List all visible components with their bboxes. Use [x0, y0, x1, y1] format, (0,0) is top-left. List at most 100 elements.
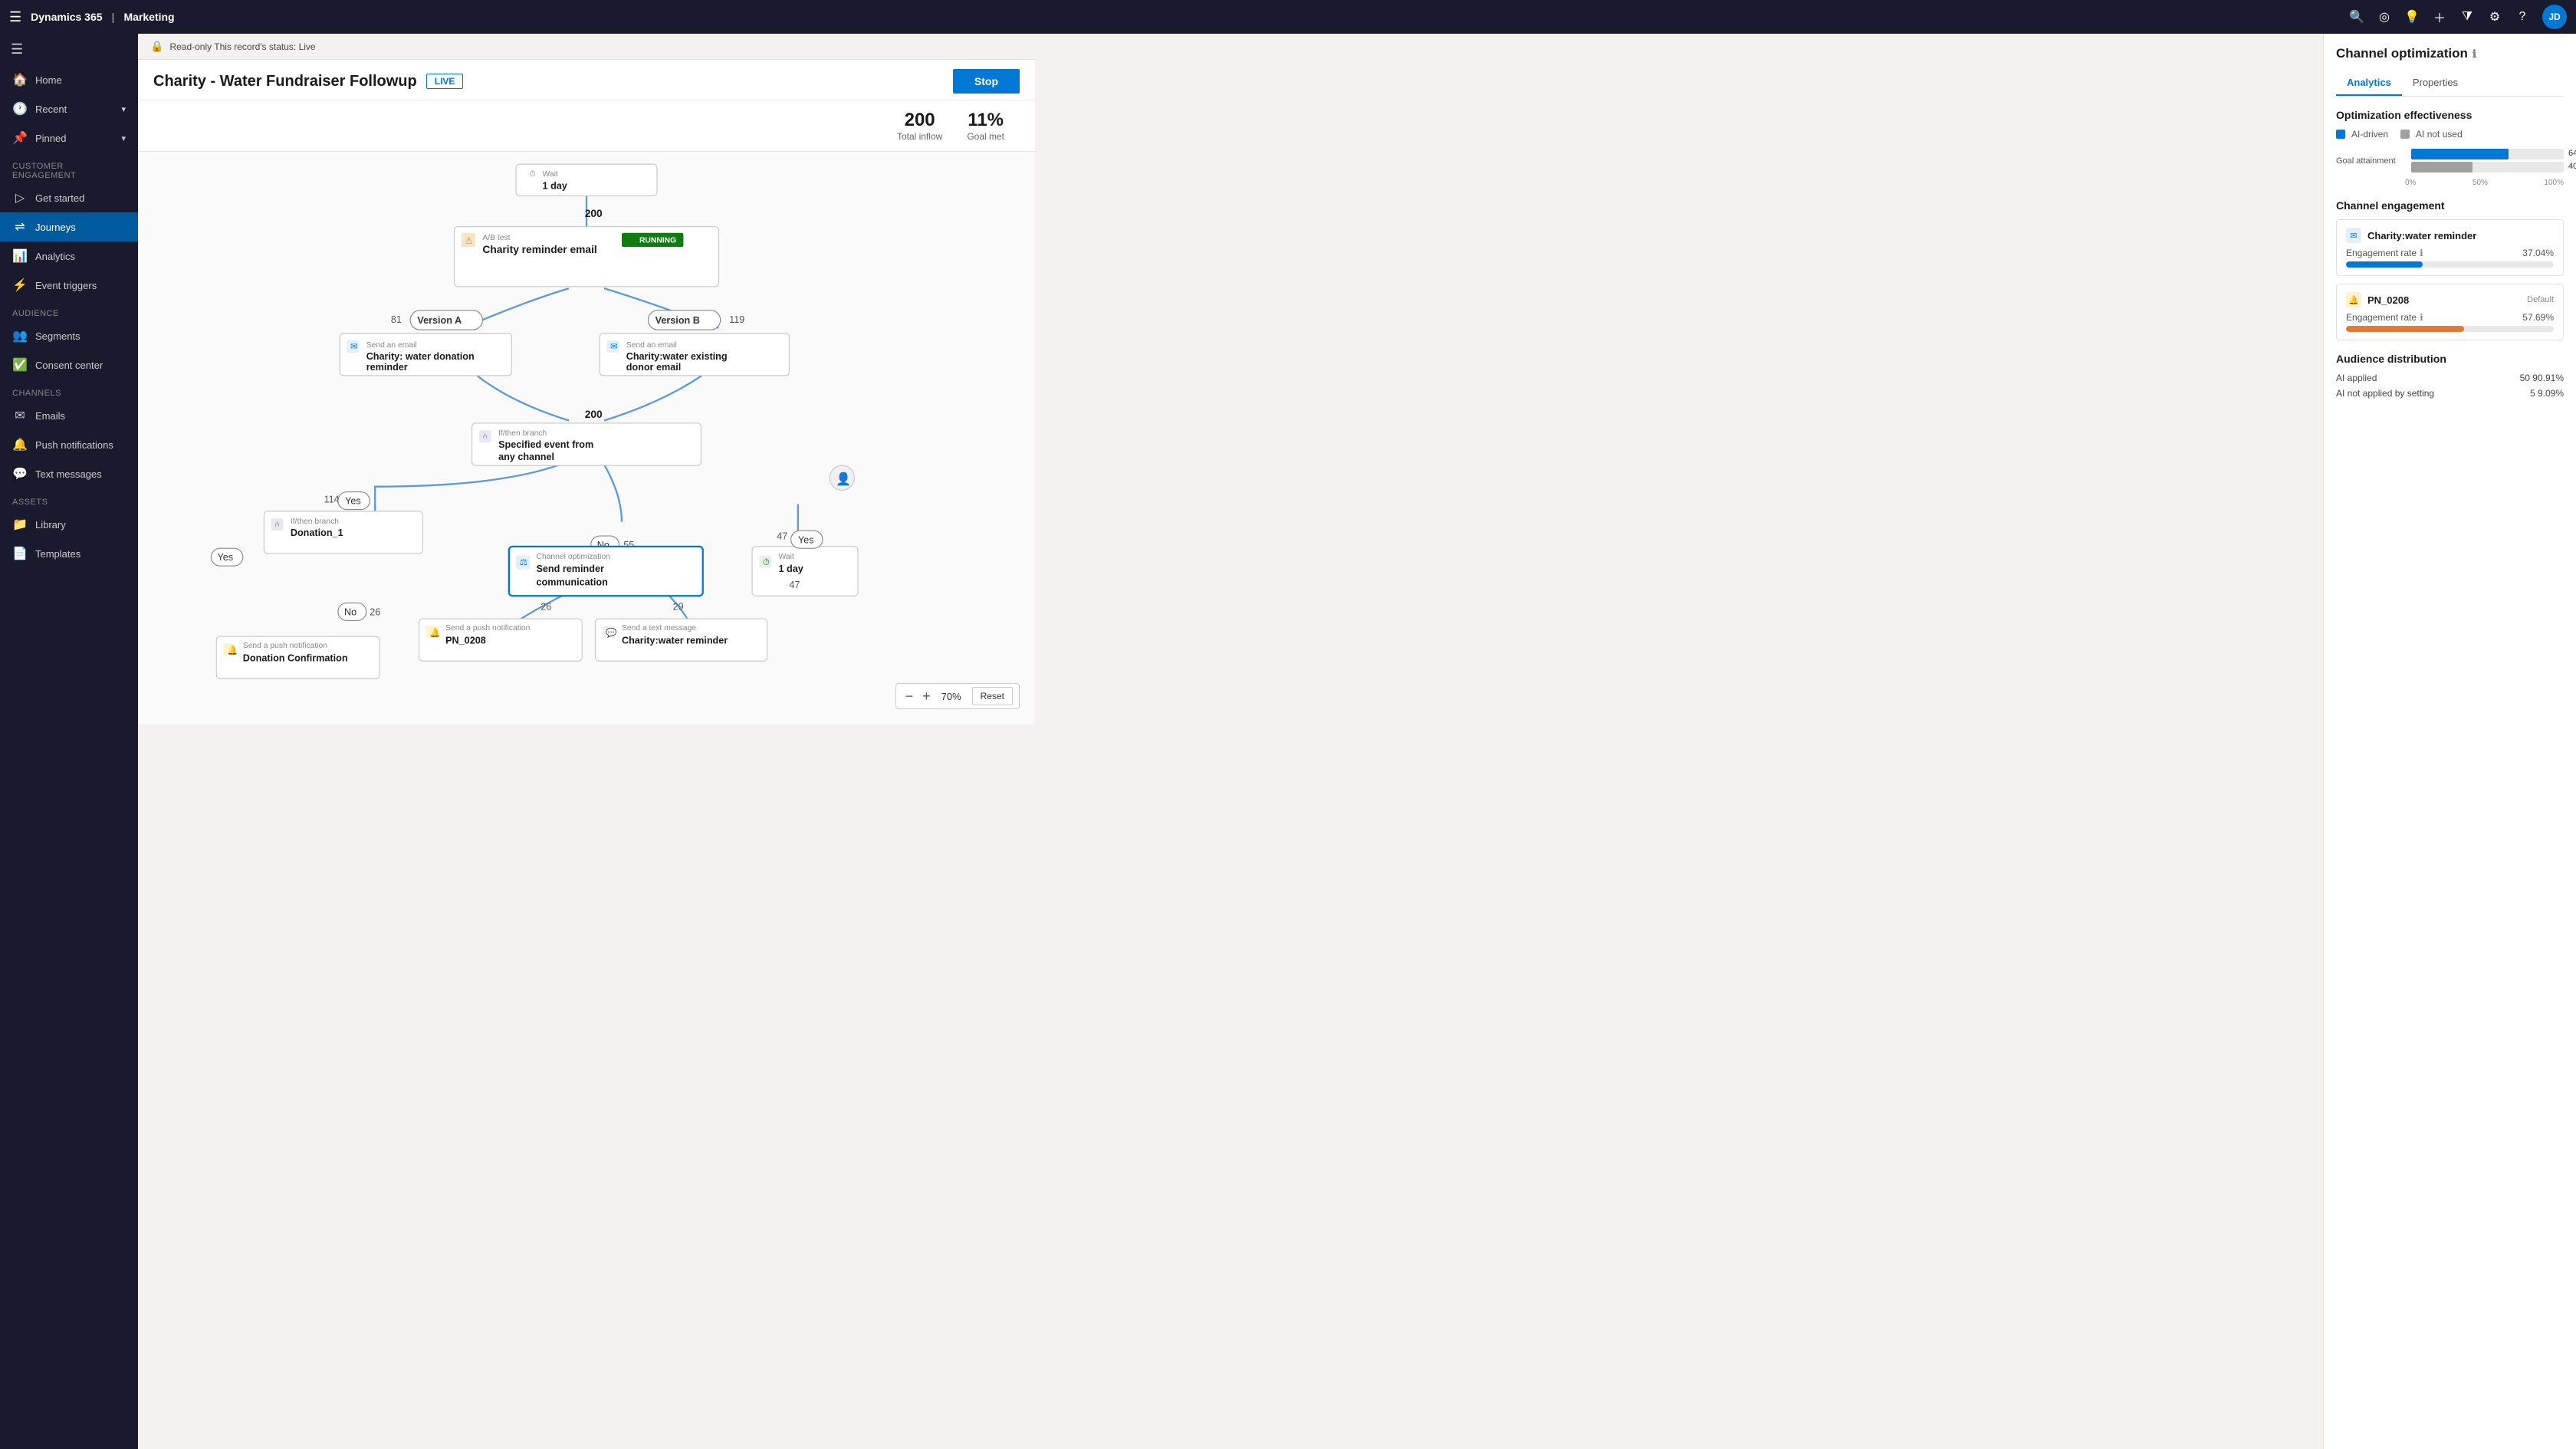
svg-text:26: 26 [540, 602, 551, 613]
svg-text:🔔: 🔔 [227, 645, 238, 656]
journey-title: Charity - Water Fundraiser Followup [153, 73, 417, 90]
svg-text:👤: 👤 [836, 472, 851, 486]
sidebar-item-library[interactable]: 📁 Library [0, 510, 138, 539]
stop-button[interactable]: Stop [953, 69, 1020, 94]
chart-label: Goal attainment [2336, 156, 2405, 166]
svg-text:PN_0208: PN_0208 [445, 635, 486, 646]
svg-text:47: 47 [777, 531, 787, 542]
check-circle-icon[interactable]: ◎ [2377, 9, 2392, 25]
recent-icon: 🕐 [12, 101, 28, 117]
plus-icon[interactable]: ＋ [2432, 9, 2447, 25]
svg-text:A/B test: A/B test [482, 234, 510, 242]
goal-met-stat: 11% Goal met [967, 110, 1004, 142]
zoom-controls: − + 70% Reset [895, 683, 1020, 709]
svg-text:⚖: ⚖ [520, 558, 527, 567]
engagement-rate-row: Engagement rate ℹ 37.04% [2346, 248, 2554, 258]
svg-text:1 day: 1 day [543, 180, 567, 191]
sidebar-item-analytics[interactable]: 📊 Analytics [0, 242, 138, 271]
help-icon[interactable]: ? [2515, 9, 2530, 25]
engagement-bar-charity [2346, 261, 2554, 268]
sidebar-item-label: Segments [35, 330, 80, 342]
sms-icon: 💬 [12, 466, 28, 481]
zoom-out-button[interactable]: − [902, 688, 917, 705]
push-icon: 🔔 [12, 437, 28, 452]
zoom-in-button[interactable]: + [919, 688, 934, 705]
engagement-bar-fill-orange [2346, 326, 2464, 332]
sidebar-item-label: Text messages [35, 468, 102, 480]
consent-icon: ✅ [12, 357, 28, 373]
search-icon[interactable]: 🔍 [2349, 9, 2364, 25]
top-nav-right: 🔍 ◎ 💡 ＋ ⧩ ⚙ ? JD [2349, 5, 2567, 29]
avatar[interactable]: JD [2542, 5, 2567, 29]
sidebar-item-emails[interactable]: ✉ Emails [0, 401, 138, 430]
module-name: Marketing [123, 11, 174, 23]
hamburger-icon[interactable]: ☰ [9, 9, 21, 25]
legend-ai-not-used: AI not used [2400, 129, 2463, 140]
sidebar-item-label: Recent [35, 104, 67, 115]
svg-text:donor email: donor email [626, 362, 682, 373]
sidebar-item-get-started[interactable]: ▷ Get started [0, 183, 138, 212]
sidebar-item-recent[interactable]: 🕐 Recent ▾ [0, 94, 138, 123]
tab-properties[interactable]: Properties [2402, 71, 2469, 96]
svg-text:Donation_1: Donation_1 [291, 527, 343, 538]
canvas-area[interactable]: ⏱ Wait 1 day 200 ⚠ A/B test Charity remi… [138, 152, 1035, 724]
stats-row: 200 Total inflow 11% Goal met [138, 100, 1035, 152]
filter-icon[interactable]: ⧩ [2459, 9, 2475, 25]
dist-label: AI applied [2336, 373, 2377, 383]
lightbulb-icon[interactable]: 💡 [2404, 9, 2420, 25]
sidebar-item-consent-center[interactable]: ✅ Consent center [0, 350, 138, 380]
svg-text:Charity:water reminder: Charity:water reminder [622, 635, 728, 646]
svg-text:81: 81 [391, 314, 402, 325]
svg-text:47: 47 [789, 580, 800, 590]
sidebar-item-label: Templates [35, 548, 80, 560]
tab-analytics[interactable]: Analytics [2336, 71, 2402, 96]
svg-text:Send a push notification: Send a push notification [243, 642, 328, 650]
sidebar-item-text-messages[interactable]: 💬 Text messages [0, 459, 138, 488]
dist-row-ai-not-applied: AI not applied by setting 5 9.09% [2336, 388, 2564, 399]
sidebar-item-journeys[interactable]: ⇌ Journeys [0, 212, 138, 242]
svg-text:Wait: Wait [779, 553, 794, 561]
sidebar-item-label: Consent center [35, 360, 103, 371]
engagement-info-icon-2: ℹ [2420, 312, 2423, 323]
journey-canvas: ⏱ Wait 1 day 200 ⚠ A/B test Charity remi… [138, 152, 1035, 724]
sidebar-section-assets: Assets [0, 488, 138, 510]
svg-text:communication: communication [536, 577, 607, 587]
sidebar-item-push-notifications[interactable]: 🔔 Push notifications [0, 430, 138, 459]
engagement-card-header: ✉ Charity:water reminder [2346, 228, 2554, 243]
svg-text:Wait: Wait [543, 170, 558, 179]
live-badge: LIVE [426, 74, 464, 89]
channel-name-charity: Charity:water reminder [2367, 230, 2476, 242]
sidebar-item-pinned[interactable]: 📌 Pinned ▾ [0, 123, 138, 153]
svg-text:⑃: ⑃ [274, 521, 280, 530]
email-channel-icon: ✉ [2346, 228, 2361, 243]
svg-text:Send reminder: Send reminder [536, 564, 603, 574]
sidebar-item-segments[interactable]: 👥 Segments [0, 321, 138, 350]
svg-text:Version A: Version A [417, 315, 462, 326]
sidebar-item-home[interactable]: 🏠 Home [0, 65, 138, 94]
svg-text:If/then branch: If/then branch [498, 429, 547, 438]
svg-text:Send a push notification: Send a push notification [445, 624, 531, 632]
sidebar-item-event-triggers[interactable]: ⚡ Event triggers [0, 271, 138, 300]
push-channel-icon: 🔔 [2346, 292, 2361, 307]
audience-dist-title: Audience distribution [2336, 353, 2564, 365]
library-icon: 📁 [12, 517, 28, 532]
sidebar-item-label: Home [35, 74, 62, 86]
channel-engagement-title: Channel engagement [2336, 199, 2564, 212]
reset-zoom-button[interactable]: Reset [972, 687, 1013, 705]
sidebar-item-label: Journeys [35, 222, 76, 233]
settings-icon[interactable]: ⚙ [2487, 9, 2502, 25]
goal-met-value: 11% [967, 110, 1004, 131]
svg-text:Charity reminder email: Charity reminder email [482, 244, 596, 255]
lock-icon: 🔒 [150, 40, 163, 53]
sidebar-item-label: Analytics [35, 251, 75, 262]
ai-driven-pct: 64% [2568, 149, 2576, 158]
svg-text:200: 200 [585, 208, 603, 219]
sidebar: ☰ 🏠 Home 🕐 Recent ▾ 📌 Pinned ▾ Customer … [0, 34, 138, 1449]
svg-text:26: 26 [370, 606, 380, 617]
sidebar-item-templates[interactable]: 📄 Templates [0, 539, 138, 568]
svg-text:RUNNING: RUNNING [639, 236, 676, 245]
sidebar-hamburger[interactable]: ☰ [0, 34, 138, 65]
svg-text:1 day: 1 day [779, 564, 803, 574]
engagement-card-header: 🔔 PN_0208 Default [2346, 292, 2554, 307]
sidebar-item-label: Push notifications [35, 439, 113, 451]
